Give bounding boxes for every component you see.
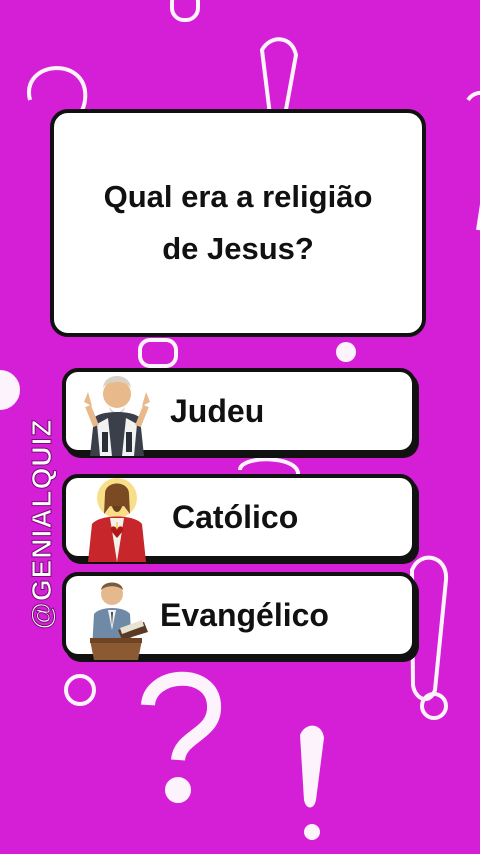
question-line-1: Qual era a religião <box>103 179 373 214</box>
answer-option-judeu[interactable]: Judeu <box>62 368 416 456</box>
answer-label: Católico <box>172 499 299 535</box>
preacher-at-pulpit-icon <box>90 582 148 660</box>
answer-label: Evangélico <box>160 597 329 633</box>
answer-option-catolico[interactable]: Católico <box>62 474 416 562</box>
question-card: Qual era a religião de Jesus? <box>50 109 426 337</box>
question-text: Qual era a religião de Jesus? <box>78 171 398 275</box>
answer-option-evangelico[interactable]: Evangélico <box>62 572 416 660</box>
question-line-2: de Jesus? <box>162 231 314 266</box>
watermark-handle: @GENIALQUIZ <box>26 418 58 630</box>
answer-label: Judeu <box>170 393 265 429</box>
sacred-heart-jesus-icon <box>88 478 146 562</box>
praying-man-icon <box>84 376 150 456</box>
